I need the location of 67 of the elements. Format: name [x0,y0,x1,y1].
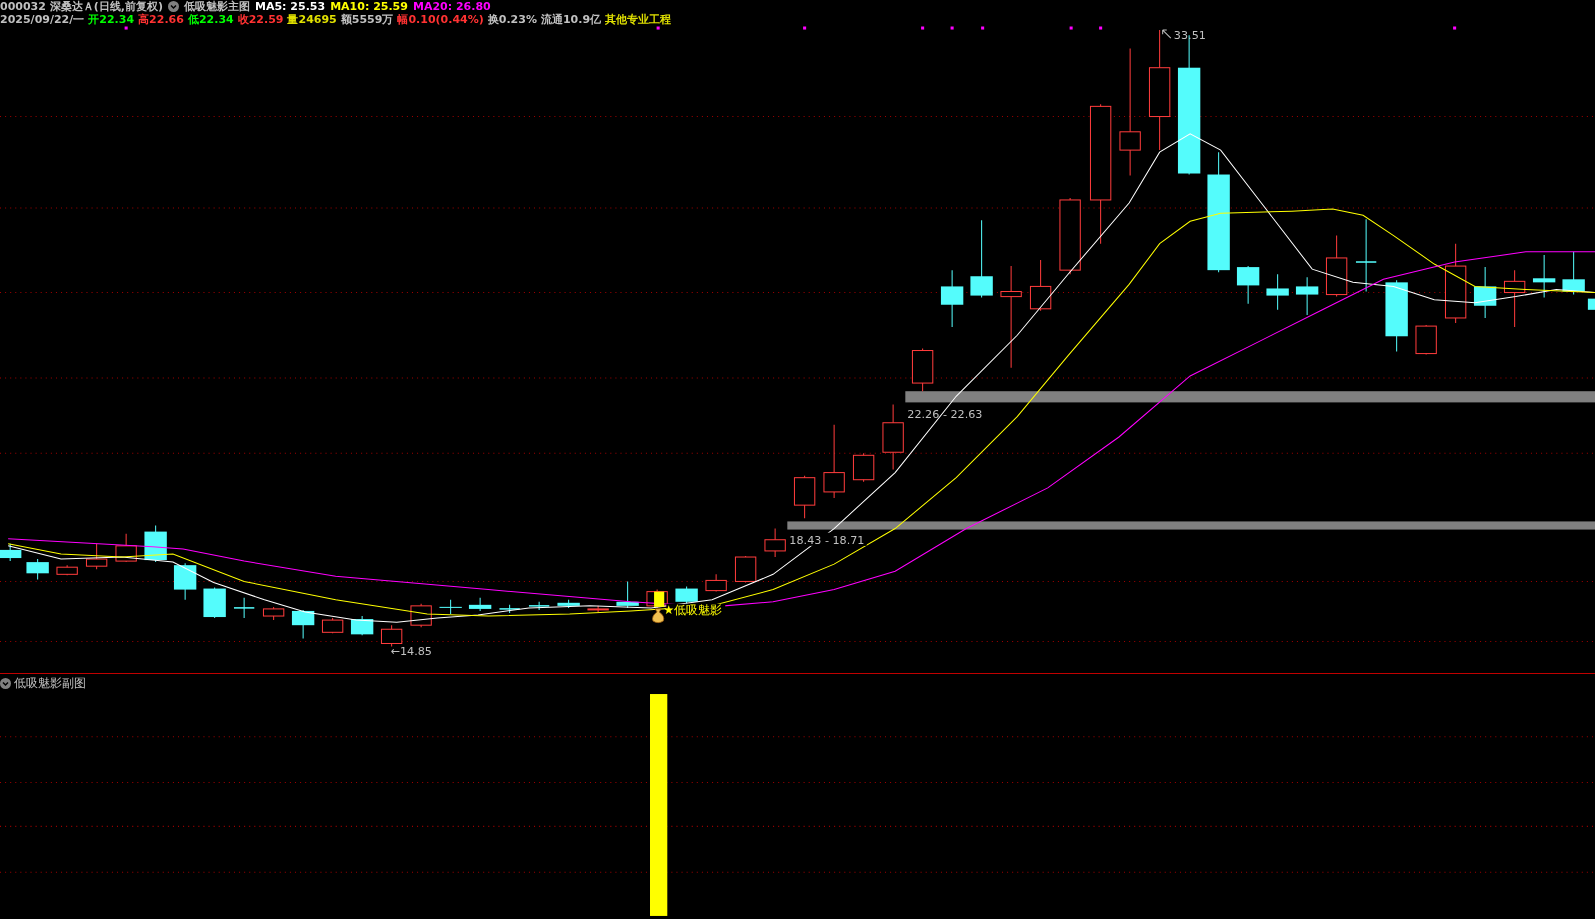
quote-value: 流通10.9亿 [540,13,602,26]
low-price-label: ←14.85 [390,644,432,658]
quote-value: 收22.59 [237,13,284,26]
candlestick [1325,235,1348,298]
date-label: 2025/09/22/一 [0,13,85,26]
quote-value: 低22.34 [187,13,234,26]
quote-value: 量24695 [287,13,337,26]
candlestick [144,525,167,563]
panel-title: 低吸魅影副图 [14,674,86,692]
collapse-icon[interactable] [168,1,179,12]
candlestick [468,597,492,612]
candlestick [528,601,551,611]
zone-price-label: 18.43 - 18.71 [789,533,865,547]
candlestick [940,269,964,328]
candlestick [1415,324,1437,356]
collapse-icon[interactable] [0,677,11,689]
candlestick [793,475,816,519]
candlestick [498,604,521,614]
zone-price-label: 22.26 - 22.63 [907,407,983,421]
stock-title: 000032 深桑达Ａ(日线,前复权) [0,0,163,13]
candlestick [1562,251,1585,296]
candlestick [85,543,108,570]
candlestick [173,562,197,601]
candlestick [1029,259,1052,312]
quote-value: 高22.66 [138,13,184,26]
quote-value: 其他专业工程 [605,13,672,26]
moving-average-value: MA20: 26.80 [412,0,491,13]
candlestick [882,403,904,471]
candlestick [557,599,580,609]
candlestick [1266,273,1289,311]
candlestick [1532,254,1556,299]
moving-average-value: MA5: 25.53 [255,0,326,13]
arrow-icon [1162,29,1172,39]
moving-average-value: MA10: 25.59 [330,0,408,13]
candlestick [56,564,78,576]
quote-value: 换0.23% [487,13,537,26]
candlestick [911,347,934,392]
signal-bar [654,591,665,607]
candlestick [380,624,403,648]
candlestick [26,558,49,580]
candlestick [1587,298,1595,310]
candlestick [587,605,609,613]
candlestick [291,609,315,639]
candlestick [1473,266,1497,319]
candlestick [262,606,285,621]
candlestick [675,586,698,605]
candlestick [1503,269,1526,328]
candlestick [616,580,639,609]
quote-value: 幅0.10(0.44%) [397,13,484,26]
candlestick [350,615,374,636]
candlestick [203,587,226,619]
money-bag-icon [652,608,665,624]
quote-value: 开22.34 [88,13,135,26]
candlestick [852,452,875,483]
candlestick [439,599,462,615]
candlestick [734,555,757,583]
candlestick [233,597,256,619]
candlestick [1236,265,1260,305]
candlestick [321,617,344,634]
candlestick [705,573,727,593]
high-price-label: 33.51 [1173,29,1206,43]
indicator-name: 低吸魅影主图 [184,0,250,13]
quote-value: 额5559万 [340,13,394,26]
candlestick [0,543,22,562]
candlestick [1295,276,1319,316]
candlestick [115,533,137,563]
signal-label: ★低吸魅影 [663,603,723,617]
